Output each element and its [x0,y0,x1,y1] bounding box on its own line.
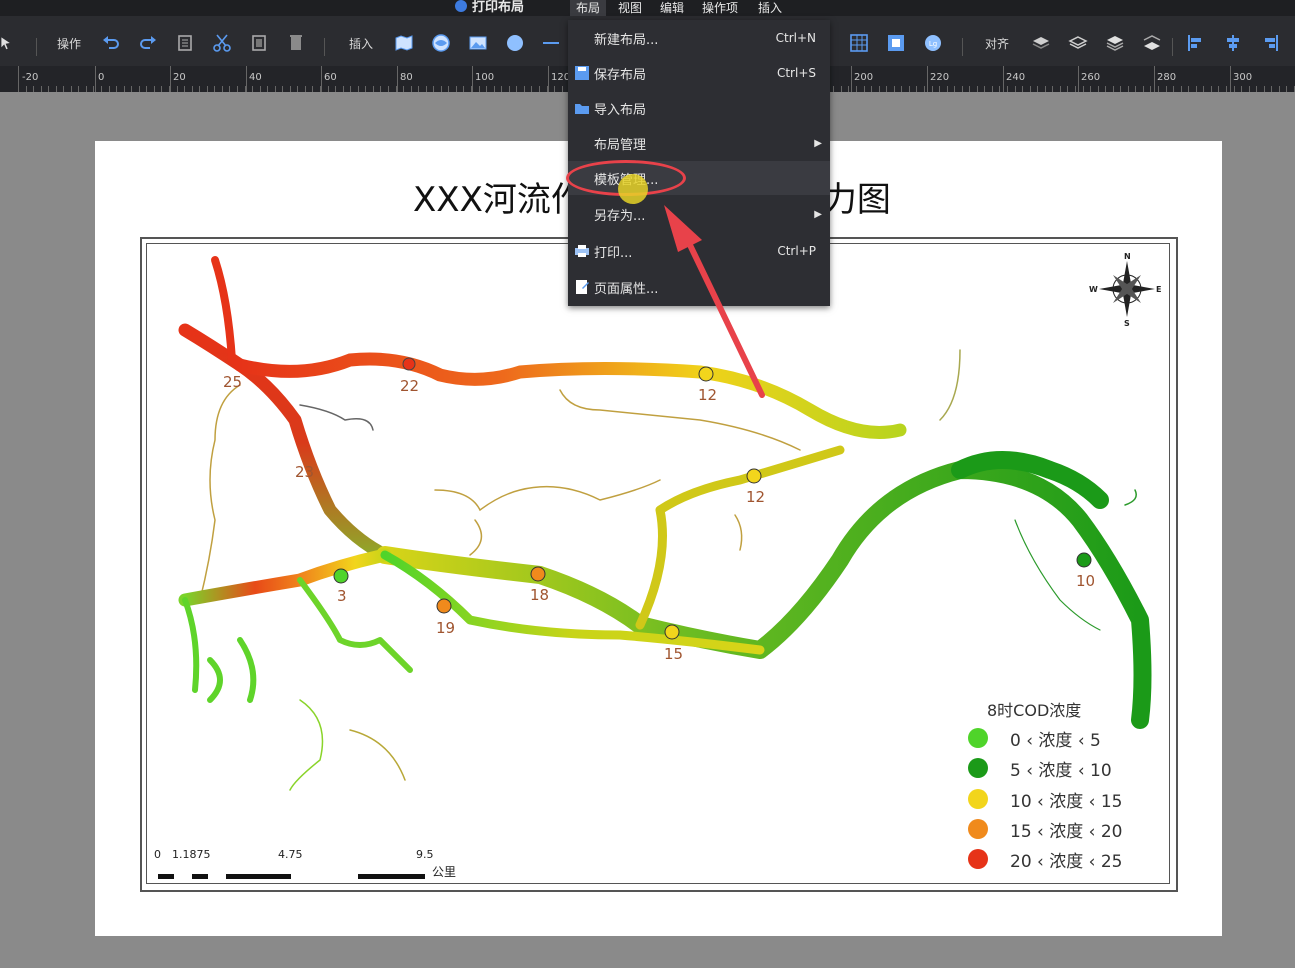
folder-icon [575,104,589,114]
site-label: 10 [1076,572,1095,590]
site-label: 18 [530,586,549,604]
submenu-arrow-icon: ▶ [814,137,822,149]
legend-title: 8时COD浓度 [987,701,1082,720]
menu-item-new-layout[interactable]: 新建布局... Ctrl+N [568,21,830,55]
menu-item-layout-management[interactable]: 布局管理 ▶ [568,126,830,160]
printer-icon [575,245,589,257]
legend-swatch [968,758,988,778]
site-label: 23 [295,463,314,481]
scale-label: 1.1875 [172,848,211,861]
svg-text:E: E [1156,285,1161,294]
legend-swatch [968,728,988,748]
menu-item-page-properties[interactable]: 页面属性... [568,270,830,304]
menu-item-print[interactable]: 打印... Ctrl+P [568,234,830,268]
legend-item: 20 ‹ 浓度 ‹ 25 [965,846,1122,872]
scale-bar[interactable]: 0 1.1875 4.75 9.5 公里 [150,845,470,885]
legend-swatch [968,819,988,839]
page-properties-icon [576,280,589,294]
save-icon [575,66,589,80]
svg-text:S: S [1124,319,1130,328]
scale-label: 4.75 [278,848,303,861]
scale-label: 0 [154,848,161,861]
scale-unit: 公里 [432,865,457,879]
svg-text:N: N [1124,252,1131,261]
scale-label: 9.5 [416,848,434,861]
site-label: 12 [698,386,717,404]
legend-item: 10 ‹ 浓度 ‹ 15 [965,786,1122,812]
north-arrow-icon: N S E W [1089,252,1161,328]
menu-item-save-as[interactable]: 另存为... ▶ [568,197,830,231]
submenu-arrow-icon: ▶ [814,208,822,220]
site-label: 12 [746,488,765,506]
svg-text:W: W [1089,285,1098,294]
legend-item: 5 ‹ 浓度 ‹ 10 [965,755,1112,781]
legend-swatch [968,849,988,869]
cursor-highlight [618,174,648,204]
site-label: 15 [664,645,683,663]
site-label: 25 [223,373,242,391]
legend-swatch [968,789,988,809]
site-label: 19 [436,619,455,637]
legend-item: 0 ‹ 浓度 ‹ 5 [965,725,1101,751]
legend-item: 15 ‹ 浓度 ‹ 20 [965,816,1122,842]
site-label: 3 [337,587,347,605]
menu-item-import-layout[interactable]: 导入布局 [568,91,830,125]
menu-item-save-layout[interactable]: 保存布局 Ctrl+S [568,56,830,90]
site-label: 22 [400,377,419,395]
